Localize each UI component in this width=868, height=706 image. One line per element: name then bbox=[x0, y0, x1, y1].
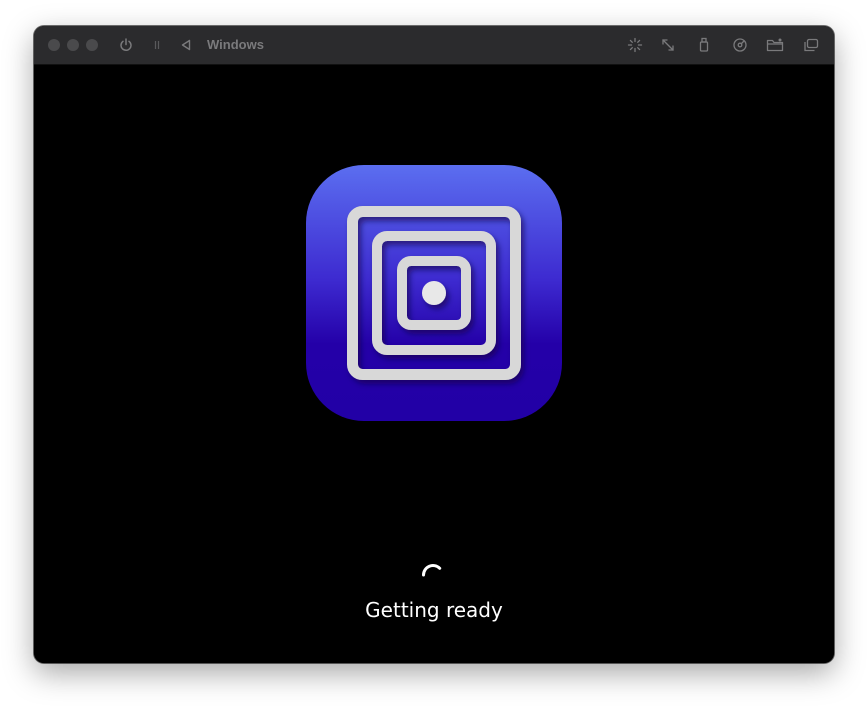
close-window-button[interactable] bbox=[48, 39, 60, 51]
capture-input-icon[interactable] bbox=[625, 35, 645, 55]
titlebar: Windows bbox=[34, 26, 834, 65]
vm-window: Windows Getting ready bbox=[34, 26, 834, 663]
back-icon[interactable] bbox=[176, 35, 196, 55]
resize-icon[interactable] bbox=[658, 35, 678, 55]
shared-folder-icon[interactable] bbox=[765, 35, 785, 55]
usb-icon[interactable] bbox=[694, 35, 714, 55]
minimize-window-button[interactable] bbox=[67, 39, 79, 51]
zoom-window-button[interactable] bbox=[86, 39, 98, 51]
loading-spinner-icon bbox=[422, 564, 442, 577]
windows-icon[interactable] bbox=[801, 35, 821, 55]
pause-icon[interactable] bbox=[147, 35, 167, 55]
window-title: Windows bbox=[207, 37, 264, 52]
power-icon[interactable] bbox=[116, 35, 136, 55]
status-message: Getting ready bbox=[365, 598, 503, 622]
utm-logo-icon bbox=[306, 165, 562, 421]
drive-icon[interactable] bbox=[730, 35, 750, 55]
vm-display[interactable]: Getting ready bbox=[34, 65, 834, 663]
